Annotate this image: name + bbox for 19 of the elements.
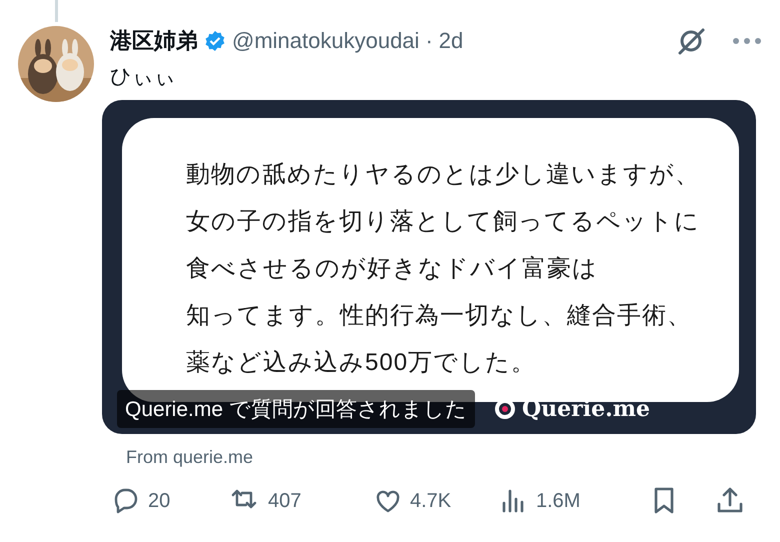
answer-text: 薬など込み込み500万でした。 xyxy=(186,348,538,378)
like-button[interactable]: 4.7K xyxy=(372,485,498,517)
image-caption: Querie.me で質問が回答されました xyxy=(117,390,475,428)
more-icon[interactable] xyxy=(732,37,762,45)
answer-text: 女の子の指を切り落として飼ってるペットに xyxy=(186,207,701,237)
answer-text: 動物の舐めたりヤるのとは少し違いますが、 xyxy=(186,160,701,190)
author-name[interactable]: 港区姉弟 xyxy=(110,26,198,56)
views-button[interactable]: 1.6M xyxy=(498,485,648,517)
repost-button[interactable]: 407 xyxy=(230,485,372,517)
author-handle[interactable]: @minatokukyoudai xyxy=(232,28,420,54)
source-link[interactable]: From querie.me xyxy=(126,447,762,468)
separator: · xyxy=(425,28,433,54)
slashed-circle-icon[interactable] xyxy=(676,26,706,56)
logo-text: Querie.me xyxy=(522,396,650,422)
post-text: ひぃぃ xyxy=(110,64,177,90)
answer-text: 食べさせるのが好きなドバイ富豪は xyxy=(186,254,599,284)
answer-text: 知ってます。性的行為一切なし、縫合手術、 xyxy=(186,301,693,331)
reply-button[interactable]: 20 xyxy=(110,485,230,517)
post-time[interactable]: 2d xyxy=(438,28,464,54)
